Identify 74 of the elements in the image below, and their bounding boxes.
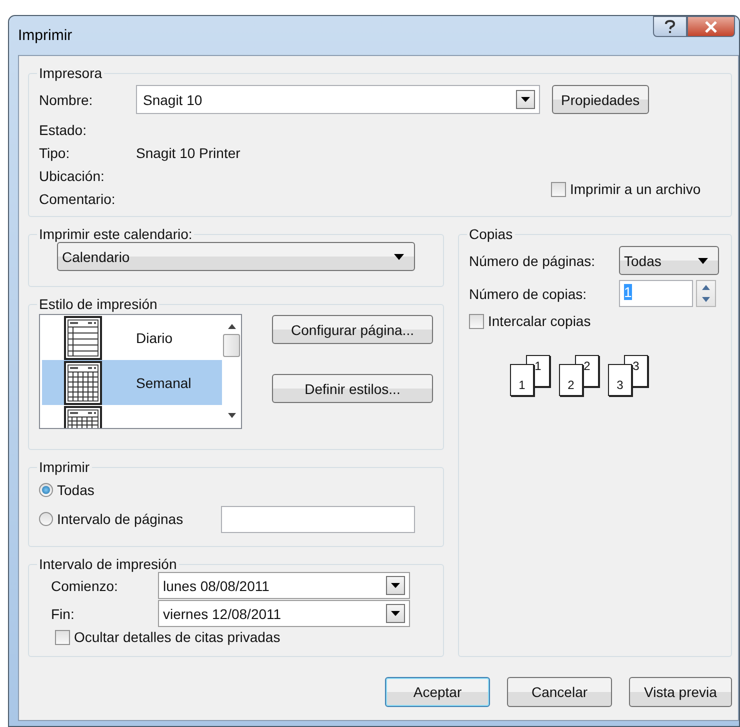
list-item[interactable]: Semanal <box>42 360 222 405</box>
checkbox[interactable] <box>55 630 70 644</box>
field-label: Comentario: <box>39 190 116 208</box>
radio-label: Todas <box>57 482 94 498</box>
close-button[interactable] <box>687 16 735 37</box>
radio-button[interactable] <box>39 483 53 497</box>
calendar-dropdown[interactable]: Calendario <box>57 242 415 271</box>
dropdown-value: Snagit 10 <box>143 92 204 108</box>
date-dropdown[interactable]: lunes 08/08/2011 <box>158 572 410 599</box>
field-label: Número de copias: <box>469 286 588 302</box>
checkbox[interactable] <box>551 182 566 196</box>
style-button[interactable]: Definir estilos... <box>272 374 433 403</box>
group-label: Impresora <box>38 65 104 81</box>
group-label: Intervalo de impresión <box>38 556 178 572</box>
group-label: Copias <box>468 226 514 242</box>
spin-down-icon <box>702 297 710 302</box>
printer-dropdown[interactable]: Snagit 10 <box>136 85 540 114</box>
scroll-thumb[interactable] <box>223 334 240 357</box>
dropdown-value: viernes 12/08/2011 <box>163 606 282 622</box>
pages-dropdown[interactable]: Todas <box>619 246 719 275</box>
page-number: 2 <box>584 359 590 373</box>
checkbox[interactable] <box>469 314 484 328</box>
field-label: Nombre: <box>39 92 94 108</box>
checkbox-label: Imprimir a un archivo <box>570 181 701 197</box>
properties-button[interactable]: Propiedades <box>552 85 649 114</box>
radio-label: Intervalo de páginas <box>57 511 184 527</box>
caret-icon <box>391 611 400 616</box>
close-icon <box>704 20 718 32</box>
page-number: 1 <box>518 378 526 392</box>
window-title: Imprimir <box>18 27 72 44</box>
style-name: Semanal <box>136 374 192 390</box>
help-icon <box>664 20 676 34</box>
dialog-button[interactable]: Vista previa <box>629 677 732 707</box>
radio-button[interactable] <box>39 512 53 526</box>
dropdown-button[interactable] <box>386 576 405 595</box>
help-button[interactable] <box>653 16 687 37</box>
dropdown-button[interactable] <box>386 604 405 623</box>
field-label: Estado: <box>39 121 88 139</box>
field-label: Fin: <box>51 606 76 622</box>
group-label: Imprimir <box>38 459 91 475</box>
dropdown-value: Todas <box>624 252 662 268</box>
dropdown-value: Calendario <box>62 248 131 264</box>
dialog-button[interactable]: Aceptar <box>385 677 490 707</box>
field-label: Número de páginas: <box>469 252 596 268</box>
page-number: 3 <box>632 359 640 373</box>
spin-buttons[interactable] <box>696 280 716 307</box>
field-value: 1 <box>624 284 632 300</box>
page-number: 2 <box>568 378 574 392</box>
checkbox-label: Ocultar detalles de citas privadas <box>74 629 280 645</box>
group-label: Estilo de impresión <box>38 296 158 312</box>
page-range-field[interactable] <box>221 506 415 532</box>
caret-icon <box>521 97 530 102</box>
dropdown-button[interactable] <box>516 90 535 109</box>
list-item[interactable]: Diario <box>42 315 222 360</box>
spin-up-icon <box>702 284 710 290</box>
page-number: 3 <box>616 378 624 392</box>
date-dropdown[interactable]: viernes 12/08/2011 <box>158 600 410 627</box>
page-number: 1 <box>534 359 542 373</box>
caret-icon <box>394 254 404 260</box>
caret-icon <box>391 583 400 588</box>
field-label: Tipo: <box>39 144 71 162</box>
field-value: Snagit 10 Printer <box>136 144 242 162</box>
field-label: Comienzo: <box>51 578 119 594</box>
style-name: Diario <box>136 330 173 346</box>
caret-icon <box>698 258 708 264</box>
week-grid-icon <box>64 360 102 404</box>
group-label: Imprimir este calendario: <box>38 226 194 242</box>
field-label: Ubicación: <box>39 167 106 185</box>
scroll-up-icon <box>228 324 236 329</box>
scroll-down-icon <box>228 413 236 418</box>
style-button[interactable]: Configurar página... <box>272 315 433 344</box>
dropdown-value: lunes 08/08/2011 <box>163 578 270 594</box>
dialog-button[interactable]: Cancelar <box>507 677 612 707</box>
checkbox-label: Intercalar copias <box>488 313 591 329</box>
